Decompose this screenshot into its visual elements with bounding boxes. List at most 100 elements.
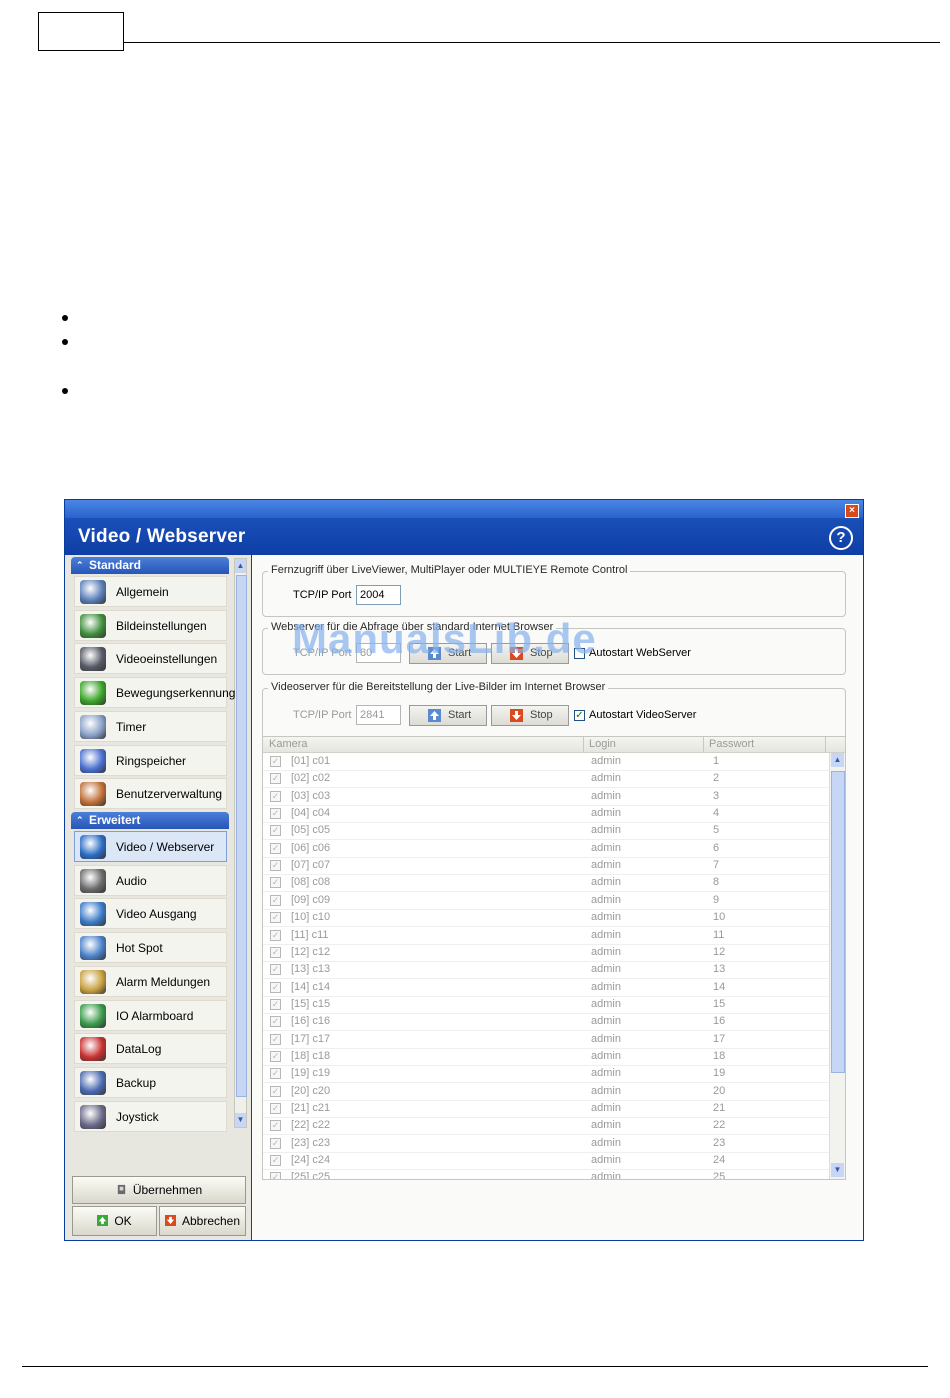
- sidebar-item-video-webserver[interactable]: Video / Webserver: [74, 831, 227, 862]
- table-row[interactable]: ✓ [15] c15 admin 15: [263, 996, 829, 1014]
- row-checkbox[interactable]: ✓: [270, 790, 281, 802]
- column-separator[interactable]: [703, 737, 704, 752]
- scrollbar-thumb[interactable]: [236, 575, 247, 1097]
- table-row[interactable]: ✓ [22] c22 admin 22: [263, 1117, 829, 1136]
- sidebar-item-bewegungserkennung[interactable]: Bewegungserkennung: [74, 677, 235, 709]
- column-separator[interactable]: [583, 737, 584, 752]
- sidebar-item-timer[interactable]: Timer: [74, 710, 227, 742]
- column-separator[interactable]: [825, 737, 826, 752]
- row-checkbox[interactable]: ✓: [270, 825, 281, 837]
- table-row[interactable]: ✓ [07] c07 admin 7: [263, 857, 829, 876]
- sidebar-item-joystick[interactable]: Joystick: [74, 1100, 227, 1132]
- sidebar-item-datalog[interactable]: DataLog: [74, 1033, 227, 1065]
- row-checkbox[interactable]: ✓: [270, 912, 281, 924]
- videoserver-stop-button[interactable]: Stop: [491, 705, 569, 726]
- table-row[interactable]: ✓ [23] c23 admin 23: [263, 1135, 829, 1153]
- sidebar-item-alarm-meldungen[interactable]: Alarm Meldungen: [74, 965, 227, 997]
- row-checkbox[interactable]: ✓: [270, 808, 281, 820]
- row-checkbox[interactable]: ✓: [270, 1016, 281, 1028]
- webserver-stop-button[interactable]: Stop: [491, 643, 569, 664]
- table-row[interactable]: ✓ [11] c11 admin 11: [263, 927, 829, 945]
- videoserver-start-button[interactable]: Start: [409, 705, 487, 726]
- table-row[interactable]: ✓ [03] c03 admin 3: [263, 788, 829, 806]
- row-checkbox[interactable]: ✓: [270, 1050, 281, 1062]
- table-row[interactable]: ✓ [04] c04 admin 4: [263, 805, 829, 824]
- row-checkbox[interactable]: ✓: [270, 1155, 281, 1167]
- sidebar-item-videoeinstellungen[interactable]: Videoeinstellungen: [74, 643, 227, 675]
- sidebar-item-benutzerverwaltung[interactable]: Benutzerverwaltung: [74, 778, 227, 810]
- table-row[interactable]: ✓ [16] c16 admin 16: [263, 1013, 829, 1032]
- videoserver-autostart-checkbox[interactable]: ✓: [574, 710, 585, 721]
- password-cell: 18: [713, 1049, 726, 1062]
- apply-button[interactable]: Übernehmen: [72, 1176, 246, 1204]
- cancel-button[interactable]: Abbrechen: [159, 1206, 246, 1236]
- column-header-passwort[interactable]: Passwort: [709, 738, 754, 750]
- table-row[interactable]: ✓ [17] c17 admin 17: [263, 1031, 829, 1049]
- row-checkbox[interactable]: ✓: [270, 964, 281, 976]
- scrollbar-thumb[interactable]: [831, 771, 845, 1073]
- section-header-erweitert[interactable]: ⌃ Erweitert: [71, 812, 229, 829]
- videoserver-port-input[interactable]: [356, 705, 401, 725]
- sidebar-item-io-alarmboard[interactable]: IO Alarmboard: [74, 999, 227, 1031]
- row-checkbox[interactable]: ✓: [270, 1172, 281, 1179]
- table-row[interactable]: ✓ [09] c09 admin 9: [263, 892, 829, 910]
- table-row[interactable]: ✓ [13] c13 admin 13: [263, 961, 829, 980]
- row-checkbox[interactable]: ✓: [270, 1103, 281, 1114]
- row-checkbox[interactable]: ✓: [270, 773, 281, 785]
- table-row[interactable]: ✓ [12] c12 admin 12: [263, 944, 829, 962]
- row-checkbox[interactable]: ✓: [270, 842, 281, 854]
- table-row[interactable]: ✓ [25] c25 admin 25: [263, 1169, 829, 1179]
- table-row[interactable]: ✓ [08] c08 admin 8: [263, 874, 829, 893]
- column-header-kamera[interactable]: Kamera: [269, 738, 308, 750]
- row-checkbox[interactable]: ✓: [270, 1033, 281, 1045]
- row-checkbox[interactable]: ✓: [270, 756, 281, 767]
- table-row[interactable]: ✓ [01] c01 admin 1: [263, 753, 829, 771]
- videoserver-title: Videoserver für die Bereitstellung der L…: [268, 681, 609, 693]
- scroll-up-arrow-icon[interactable]: ▲: [831, 753, 844, 767]
- row-checkbox[interactable]: ✓: [270, 1068, 281, 1080]
- column-header-login[interactable]: Login: [589, 738, 616, 750]
- row-checkbox[interactable]: ✓: [270, 877, 281, 889]
- ok-button[interactable]: OK: [72, 1206, 157, 1236]
- table-row[interactable]: ✓ [19] c19 admin 19: [263, 1065, 829, 1084]
- sidebar-item-hot-spot[interactable]: Hot Spot: [74, 932, 227, 964]
- remote-port-input[interactable]: [356, 585, 401, 605]
- row-checkbox[interactable]: ✓: [270, 981, 281, 993]
- row-checkbox[interactable]: ✓: [270, 860, 281, 872]
- sidebar-scrollbar[interactable]: ▲ ▼: [234, 558, 247, 1128]
- scroll-up-arrow-icon[interactable]: ▲: [235, 559, 246, 573]
- sidebar-item-video-ausgang[interactable]: Video Ausgang: [74, 898, 227, 930]
- table-row[interactable]: ✓ [18] c18 admin 18: [263, 1048, 829, 1066]
- row-checkbox[interactable]: ✓: [270, 1137, 281, 1149]
- sidebar-item-bildeinstellungen[interactable]: Bildeinstellungen: [74, 609, 227, 641]
- row-checkbox[interactable]: ✓: [270, 929, 281, 941]
- table-row[interactable]: ✓ [02] c02 admin 2: [263, 770, 829, 789]
- table-row[interactable]: ✓ [21] c21 admin 21: [263, 1100, 829, 1118]
- sidebar-item-backup[interactable]: Backup: [74, 1066, 227, 1098]
- row-checkbox[interactable]: ✓: [270, 998, 281, 1010]
- sidebar-item-allgemein[interactable]: Allgemein: [74, 576, 227, 607]
- password-cell: 24: [713, 1154, 726, 1167]
- webserver-autostart-checkbox[interactable]: [574, 648, 585, 659]
- scroll-down-arrow-icon[interactable]: ▼: [831, 1163, 844, 1177]
- sidebar-item-audio[interactable]: Audio: [74, 864, 227, 896]
- row-checkbox[interactable]: ✓: [270, 946, 281, 958]
- row-checkbox[interactable]: ✓: [270, 894, 281, 906]
- table-scrollbar[interactable]: ▲ ▼: [829, 753, 845, 1179]
- table-row[interactable]: ✓ [10] c10 admin 10: [263, 909, 829, 928]
- table-row[interactable]: ✓ [24] c24 admin 24: [263, 1152, 829, 1171]
- scroll-down-arrow-icon[interactable]: ▼: [235, 1113, 246, 1127]
- help-icon[interactable]: ?: [829, 526, 853, 550]
- section-header-standard[interactable]: ⌃ Standard: [71, 557, 229, 574]
- webserver-port-input[interactable]: [356, 643, 401, 663]
- table-row[interactable]: ✓ [14] c14 admin 14: [263, 979, 829, 997]
- sidebar-item-ringspeicher[interactable]: Ringspeicher: [74, 744, 227, 776]
- table-row[interactable]: ✓ [20] c20 admin 20: [263, 1083, 829, 1101]
- row-checkbox[interactable]: ✓: [270, 1085, 281, 1097]
- row-checkbox[interactable]: ✓: [270, 1120, 281, 1132]
- disk-icon: [80, 1070, 106, 1095]
- table-row[interactable]: ✓ [05] c05 admin 5: [263, 822, 829, 841]
- table-row[interactable]: ✓ [06] c06 admin 6: [263, 840, 829, 858]
- webserver-start-button[interactable]: Start: [409, 643, 487, 664]
- close-button[interactable]: ×: [845, 504, 859, 518]
